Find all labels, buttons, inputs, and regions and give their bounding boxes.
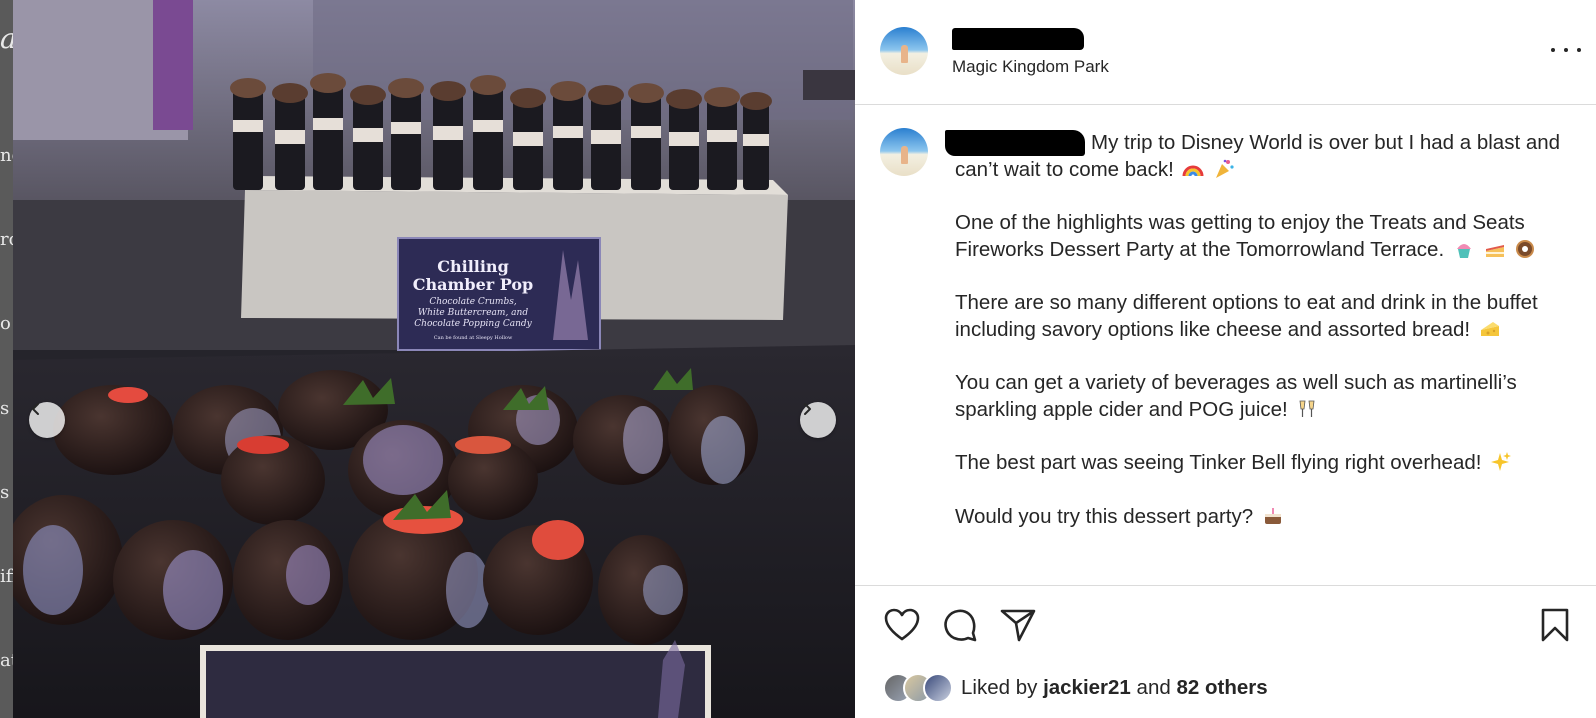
comment-icon bbox=[944, 609, 977, 642]
caption-paragraph-2: One of the highlights was getting to enj… bbox=[955, 211, 1525, 261]
likes-others-link[interactable]: 82 others bbox=[1176, 676, 1267, 700]
redacted-username bbox=[952, 28, 1084, 50]
sign-title-line2: Chamber Pop bbox=[413, 275, 534, 294]
more-dot bbox=[1577, 48, 1581, 52]
post-header: Magic Kingdom Park bbox=[855, 0, 1596, 105]
party-popper-emoji bbox=[1216, 159, 1234, 178]
clinking-glasses-emoji bbox=[1300, 400, 1315, 417]
rainbow-emoji bbox=[1182, 165, 1204, 177]
cake-emoji bbox=[1264, 507, 1281, 524]
dessert-photo-illustration: Chilling Chamber Pop Chocolate Crumbs, W… bbox=[13, 0, 855, 718]
post-photo[interactable]: Chilling Chamber Pop Chocolate Crumbs, W… bbox=[13, 0, 855, 718]
edge-text-fragment: iff bbox=[0, 566, 13, 587]
caption-paragraph-5: The best part was seeing Tinker Bell fly… bbox=[955, 451, 1482, 475]
more-dot bbox=[1564, 48, 1568, 52]
caption-paragraph-6: Would you try this dessert party? bbox=[955, 504, 1254, 528]
author-avatar[interactable] bbox=[880, 27, 928, 75]
like-button[interactable] bbox=[883, 606, 921, 644]
next-photo-button[interactable] bbox=[800, 402, 836, 438]
sign-desc-line2: White Buttercream, and bbox=[418, 308, 528, 318]
actions-divider bbox=[855, 585, 1596, 586]
edge-text-fragment: o bbox=[0, 313, 11, 334]
chevron-left-icon bbox=[32, 403, 39, 415]
edge-text-fragment: ro bbox=[0, 229, 13, 250]
cheese-emoji bbox=[1480, 321, 1499, 336]
edge-text-fragment: s bbox=[0, 398, 10, 419]
sign-title-line1: Chilling bbox=[437, 257, 509, 276]
chevron-right-icon bbox=[804, 403, 811, 415]
liked-by-user-link[interactable]: jackier21 bbox=[1043, 676, 1131, 700]
edge-text-fragment: s bbox=[0, 482, 10, 503]
caption-paragraph-4: You can get a variety of beverages as we… bbox=[955, 371, 1517, 421]
liker-avatar bbox=[923, 673, 953, 703]
more-dot bbox=[1551, 48, 1555, 52]
caption-author-avatar[interactable] bbox=[880, 128, 928, 176]
comment-button[interactable] bbox=[941, 606, 979, 644]
cupcake-emoji bbox=[1456, 243, 1471, 258]
post-detail-panel: Magic Kingdom Park My trip to Disney Wor… bbox=[855, 0, 1596, 718]
likes-summary[interactable]: Liked by jackier21 and 82 others bbox=[883, 670, 1268, 706]
sign-desc-line3: Chocolate Popping Candy bbox=[414, 319, 532, 329]
sparkles-emoji bbox=[1491, 452, 1512, 472]
share-icon bbox=[1000, 609, 1036, 642]
likes-and: and bbox=[1136, 676, 1171, 699]
likes-prefix: Liked by bbox=[961, 676, 1038, 699]
edge-text-fragment: at bbox=[0, 650, 13, 671]
previous-post-edge: a ne ro o s s iff at bbox=[0, 0, 13, 718]
previous-photo-button[interactable] bbox=[29, 402, 65, 438]
bookmark-icon bbox=[1541, 608, 1569, 642]
caption-intro: My trip to Disney World is over but I ha… bbox=[955, 131, 1561, 181]
donut-emoji bbox=[1516, 239, 1535, 258]
post-location[interactable]: Magic Kingdom Park bbox=[952, 57, 1109, 77]
sign-note: Can be found at Sleepy Hollow bbox=[434, 335, 513, 341]
cake-slice-emoji bbox=[1485, 244, 1504, 257]
heart-icon bbox=[884, 608, 920, 641]
share-button[interactable] bbox=[999, 606, 1037, 644]
more-options-button[interactable] bbox=[1551, 40, 1581, 60]
caption-paragraph-3: There are so many different options to e… bbox=[955, 291, 1538, 341]
edge-text-fragment: ne bbox=[0, 145, 13, 166]
post-caption: My trip to Disney World is over but I ha… bbox=[955, 130, 1575, 557]
dessert-sign: Chilling Chamber Pop Chocolate Crumbs, W… bbox=[397, 237, 601, 351]
edge-text-fragment: a bbox=[0, 22, 13, 55]
sign-desc-line1: Chocolate Crumbs, bbox=[429, 297, 517, 307]
save-button[interactable] bbox=[1536, 606, 1574, 644]
